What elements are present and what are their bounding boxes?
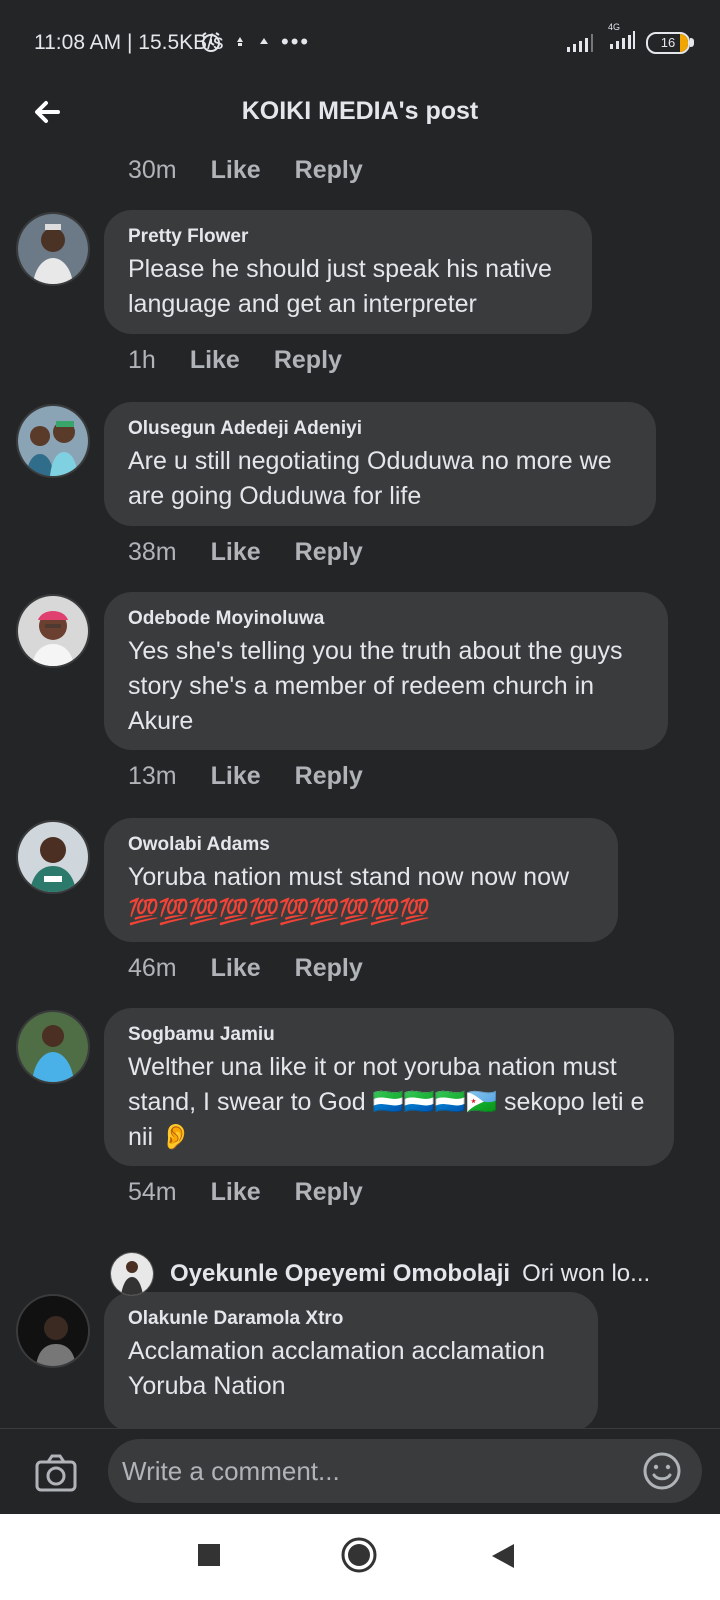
reply-button[interactable]: Reply xyxy=(295,538,363,567)
nav-home-icon[interactable] xyxy=(340,1536,378,1574)
comment-text: Yoruba nation must stand now now now xyxy=(128,863,570,891)
reply-text: Oyekunle Opeyemi Omobolaji Ori won lo... xyxy=(170,1260,650,1288)
reply-button[interactable]: Reply xyxy=(295,762,363,791)
status-time: 11:08 AM | 15.5KB/s xyxy=(34,31,224,54)
comment-actions: 1h Like Reply xyxy=(128,346,342,375)
comment-author[interactable]: Olusegun Adedeji Adeniyi xyxy=(128,418,634,440)
alarm-icon xyxy=(202,32,220,52)
notification-icon xyxy=(260,38,268,44)
network-type: 4G xyxy=(608,22,621,32)
like-button[interactable]: Like xyxy=(190,346,240,375)
reply-button[interactable]: Reply xyxy=(295,1178,363,1207)
comment-actions: 38m Like Reply xyxy=(128,538,363,567)
comment-author[interactable]: Pretty Flower xyxy=(128,226,570,248)
comment-text: Acclamation acclamation acclamation Yoru… xyxy=(128,1337,545,1400)
comment-actions: 30m Like Reply xyxy=(128,156,363,185)
comment-composer xyxy=(0,1428,720,1515)
page-title: KOIKI MEDIA's post xyxy=(241,97,479,125)
like-button[interactable]: Like xyxy=(211,1178,261,1207)
avatar[interactable] xyxy=(16,404,90,478)
status-icons-right: 4G 16 xyxy=(566,22,694,55)
signal-icon xyxy=(567,33,593,52)
avatar[interactable] xyxy=(16,212,90,286)
avatar[interactable] xyxy=(16,820,90,894)
status-bar: 11:08 AM | 15.5KB/s ••• 4G 16 xyxy=(0,0,720,80)
comment-author[interactable]: Odebode Moyinoluwa xyxy=(128,608,646,630)
emoji-smile-icon[interactable] xyxy=(642,1451,682,1491)
comment-bubble: Odebode Moyinoluwa Yes she's telling you… xyxy=(104,592,668,750)
reply-button[interactable]: Reply xyxy=(274,346,342,375)
nav-back-icon[interactable] xyxy=(490,1542,516,1570)
reply-button[interactable]: Reply xyxy=(295,156,363,185)
comment-bubble: Pretty Flower Please he should just spea… xyxy=(104,210,592,334)
battery-level: 16 xyxy=(660,34,676,50)
avatar[interactable] xyxy=(16,1010,90,1084)
status-icons-left: ••• xyxy=(199,29,310,55)
like-button[interactable]: Like xyxy=(211,538,261,567)
comment-time: 1h xyxy=(128,346,156,374)
reply-preview[interactable]: Oyekunle Opeyemi Omobolaji Ori won lo... xyxy=(110,1252,710,1298)
more-dots-icon: ••• xyxy=(281,29,311,54)
comment-time: 38m xyxy=(128,538,177,566)
comment-time: 13m xyxy=(128,762,177,790)
comment-text: Please he should just speak his native l… xyxy=(128,255,552,318)
comment-time: 30m xyxy=(128,156,177,184)
comment-author[interactable]: Olakunle Daramola Xtro xyxy=(128,1308,576,1330)
camera-icon[interactable] xyxy=(34,1451,78,1495)
comment-text: Yes she's telling you the truth about th… xyxy=(128,637,623,735)
reply-author[interactable]: Oyekunle Opeyemi Omobolaji xyxy=(170,1260,510,1287)
comment-bubble: Olakunle Daramola Xtro Acclamation accla… xyxy=(104,1292,598,1430)
comment-author[interactable]: Sogbamu Jamiu xyxy=(128,1024,652,1046)
like-button[interactable]: Like xyxy=(211,156,261,185)
avatar xyxy=(110,1252,154,1296)
header: KOIKI MEDIA's post xyxy=(0,80,720,150)
comment-emoji: 💯💯💯💯💯💯💯💯💯💯 xyxy=(128,898,430,926)
system-nav-bar xyxy=(0,1514,720,1600)
avatar[interactable] xyxy=(16,594,90,668)
reply-snippet: Ori won lo... xyxy=(522,1260,651,1287)
comment-input[interactable] xyxy=(108,1439,702,1503)
comment-text: Welther una like it or not yoruba nation… xyxy=(128,1053,645,1151)
comment-time: 54m xyxy=(128,1178,177,1206)
comment-actions: 46m Like Reply xyxy=(128,954,363,983)
notification-icon xyxy=(237,37,243,46)
comment-author[interactable]: Owolabi Adams xyxy=(128,834,596,856)
comment-bubble: Sogbamu Jamiu Welther una like it or not… xyxy=(104,1008,674,1166)
comment-actions: 13m Like Reply xyxy=(128,762,363,791)
comment-bubble: Owolabi Adams Yoruba nation must stand n… xyxy=(104,818,618,942)
like-button[interactable]: Like xyxy=(211,954,261,983)
comments-feed[interactable]: 30m Like Reply Pretty Flower Please he s… xyxy=(0,150,720,1430)
signal-icon xyxy=(610,31,635,49)
reply-button[interactable]: Reply xyxy=(295,954,363,983)
nav-square-icon[interactable] xyxy=(196,1542,222,1568)
comment-actions: 54m Like Reply xyxy=(128,1178,363,1207)
like-button[interactable]: Like xyxy=(211,762,261,791)
comment-bubble: Olusegun Adedeji Adeniyi Are u still neg… xyxy=(104,402,656,526)
signal-4g: 4G xyxy=(604,22,636,55)
avatar[interactable] xyxy=(16,1294,90,1368)
comment-text: Are u still negotiating Oduduwa no more … xyxy=(128,447,612,510)
battery-icon: 16 xyxy=(646,31,694,54)
comment-time: 46m xyxy=(128,954,177,982)
